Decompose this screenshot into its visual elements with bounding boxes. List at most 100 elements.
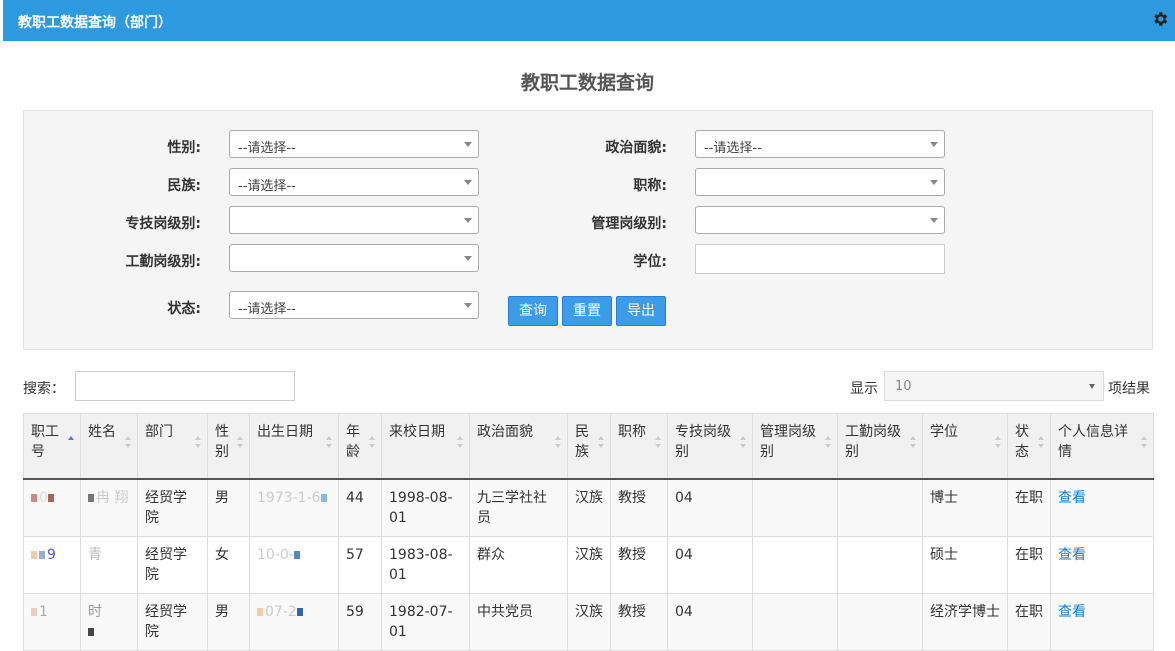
- cell-birth: 07-2: [249, 593, 339, 651]
- col-header-status[interactable]: 状态: [1007, 413, 1051, 480]
- col-header-tech-level[interactable]: 专技岗级别: [667, 413, 753, 480]
- cell-birth: 1973-1-6: [249, 478, 339, 537]
- col-header-gender[interactable]: 性别: [207, 413, 250, 480]
- sort-icon: [237, 436, 245, 450]
- col-header-label: 状态: [1015, 424, 1029, 460]
- cell-dept: 经贸学院: [137, 536, 208, 594]
- degree-label: 学位:: [633, 254, 667, 270]
- sort-icon: [740, 436, 748, 450]
- sort-icon: [326, 436, 334, 450]
- cell-title: 教授: [610, 593, 668, 651]
- col-header-title[interactable]: 职称: [610, 413, 668, 480]
- col-header-degree[interactable]: 学位: [922, 413, 1008, 480]
- reset-button[interactable]: 重置: [562, 296, 612, 326]
- worker-level-select[interactable]: [229, 244, 479, 272]
- degree-input[interactable]: [695, 244, 945, 274]
- cell-title: 教授: [610, 536, 668, 594]
- search-input[interactable]: [75, 371, 295, 401]
- col-header-age[interactable]: 年龄: [338, 413, 382, 480]
- cell-mgmt-level: [752, 593, 838, 651]
- search-label: 搜索：: [23, 381, 65, 397]
- export-button[interactable]: 导出: [616, 296, 666, 326]
- col-header-join[interactable]: 来校日期: [381, 413, 470, 480]
- table-header-row: 职工号 姓名 部门 性别 出生日期 年龄 来校日期 政治面貌 民族 职称 专技岗…: [23, 413, 1154, 480]
- tech-level-select[interactable]: [229, 206, 479, 234]
- col-header-mgmt-level[interactable]: 管理岗级别: [752, 413, 838, 480]
- cell-detail: 查看: [1050, 478, 1154, 537]
- cell-dept: 经贸学院: [137, 593, 208, 651]
- query-button[interactable]: 查询: [508, 296, 558, 326]
- cell-politics: 群众: [469, 536, 568, 594]
- col-header-label: 民族: [575, 424, 589, 460]
- cell-politics: 九三学社社员: [469, 478, 568, 537]
- cell-name: 青: [80, 536, 138, 594]
- cell-status: 在职: [1007, 478, 1051, 537]
- cell-ethnicity: 汉族: [567, 593, 611, 651]
- cell-politics: 中共党员: [469, 593, 568, 651]
- ethnicity-select[interactable]: --请选择--: [229, 168, 479, 196]
- col-header-label: 职工号: [31, 424, 59, 460]
- chevron-down-icon: [464, 142, 472, 147]
- col-header-staff-id[interactable]: 职工号: [23, 413, 81, 480]
- page-size-select[interactable]: 10: [884, 371, 1104, 401]
- tech-level-label: 专技岗级别:: [125, 216, 201, 232]
- mgmt-level-select[interactable]: [695, 206, 945, 234]
- sort-icon: [825, 436, 833, 450]
- sort-icon: [910, 436, 918, 450]
- col-header-label: 管理岗级别: [760, 424, 816, 460]
- view-detail-link[interactable]: 查看: [1058, 490, 1086, 506]
- cell-gender: 女: [207, 536, 250, 594]
- status-select-value: --请选择--: [238, 302, 296, 317]
- gear-icon[interactable]: [1151, 10, 1169, 28]
- col-header-label: 姓名: [88, 424, 116, 440]
- gender-select-value: --请选择--: [238, 141, 296, 156]
- col-header-label: 个人信息详情: [1058, 424, 1128, 460]
- col-header-birth[interactable]: 出生日期: [249, 413, 339, 480]
- col-header-label: 年龄: [346, 424, 360, 460]
- chevron-down-icon: [930, 180, 938, 185]
- sort-icon: [195, 436, 203, 450]
- chevron-down-icon: [464, 303, 472, 308]
- page-size-label: 显示: [850, 381, 878, 397]
- view-detail-link[interactable]: 查看: [1058, 604, 1086, 620]
- cell-ethnicity: 汉族: [567, 478, 611, 537]
- page-size-value: 10: [895, 379, 912, 394]
- cell-degree: 博士: [922, 478, 1008, 537]
- cell-staff-id: 0: [23, 478, 81, 537]
- sort-icon: [369, 436, 377, 450]
- col-header-label: 部门: [145, 424, 173, 440]
- col-header-detail[interactable]: 个人信息详情: [1050, 413, 1154, 480]
- page-title: 教职工数据查询: [520, 72, 654, 94]
- col-header-dept[interactable]: 部门: [137, 413, 208, 480]
- table-row: 9 青 经贸学院 女 10-0- 57 1983-08-01 群众 汉族 教授 …: [23, 536, 1154, 594]
- cell-gender: 男: [207, 593, 250, 651]
- politics-select[interactable]: --请选择--: [695, 130, 945, 158]
- cell-birth: 10-0-: [249, 536, 339, 594]
- gender-select[interactable]: --请选择--: [229, 130, 479, 158]
- cell-mgmt-level: [752, 478, 838, 537]
- col-header-politics[interactable]: 政治面貌: [469, 413, 568, 480]
- cell-join: 1983-08-01: [381, 536, 470, 594]
- sort-icon: [125, 436, 133, 450]
- col-header-name[interactable]: 姓名: [80, 413, 138, 480]
- chevron-down-icon: [930, 218, 938, 223]
- view-detail-link[interactable]: 查看: [1058, 547, 1086, 563]
- col-header-worker-level[interactable]: 工勤岗级别: [837, 413, 923, 480]
- cell-ethnicity: 汉族: [567, 536, 611, 594]
- table-row: 1 时 经贸学院 男 07-2 59 1982-07-01 中共党员 汉族 教授…: [23, 593, 1154, 651]
- chevron-down-icon: [930, 142, 938, 147]
- title-label: 职称:: [633, 178, 667, 194]
- col-header-ethnicity[interactable]: 民族: [567, 413, 611, 480]
- cell-degree: 经济学博士: [922, 593, 1008, 651]
- cell-gender: 男: [207, 478, 250, 537]
- cell-staff-id: 1: [23, 593, 81, 651]
- cell-degree: 硕士: [922, 536, 1008, 594]
- col-header-label: 工勤岗级别: [845, 424, 901, 460]
- cell-age: 57: [338, 536, 382, 594]
- chevron-down-icon: [464, 218, 472, 223]
- sort-icon: [655, 436, 663, 450]
- table-row: 0 冉 翔 经贸学院 男 1973-1-6 44 1998-08-01 九三学社…: [23, 478, 1154, 537]
- cell-tech-level: 04: [667, 478, 753, 537]
- title-select[interactable]: [695, 168, 945, 196]
- status-select[interactable]: --请选择--: [229, 291, 479, 319]
